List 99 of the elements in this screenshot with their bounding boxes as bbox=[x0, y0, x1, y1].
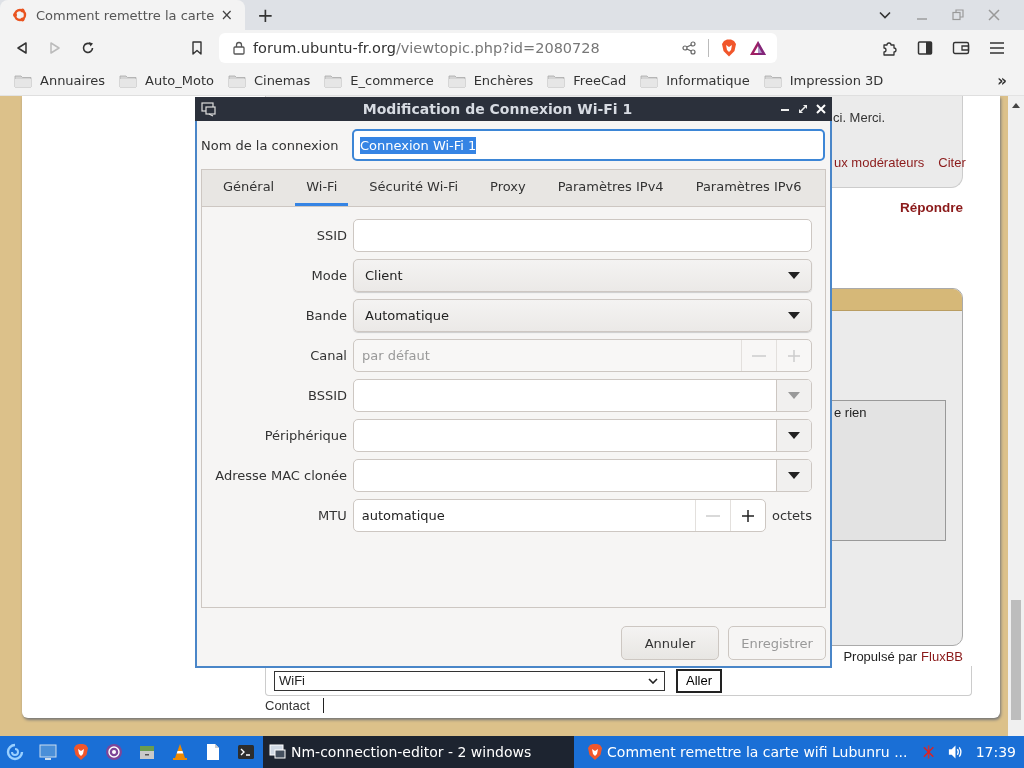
folder-icon bbox=[447, 73, 466, 88]
minus-icon bbox=[705, 514, 720, 517]
cancel-button[interactable]: Annuler bbox=[621, 626, 719, 660]
field-label: Mode bbox=[310, 268, 348, 283]
file-cabinet-icon[interactable] bbox=[138, 743, 156, 761]
bookmark-item[interactable]: E_commerce bbox=[324, 73, 434, 88]
triangle-logo-icon[interactable] bbox=[749, 40, 767, 56]
terminal-icon[interactable] bbox=[237, 743, 255, 761]
spin-field[interactable]: automatique bbox=[352, 499, 766, 532]
dropdown[interactable]: Client bbox=[353, 259, 812, 292]
bookmark-item[interactable]: Annuaires bbox=[14, 73, 106, 88]
contact-link[interactable]: Contact bbox=[265, 698, 310, 713]
desktop-icon[interactable] bbox=[39, 743, 57, 761]
dropdown-button[interactable] bbox=[776, 460, 811, 491]
field-label: Adresse MAC clonée bbox=[214, 468, 348, 483]
bookmark-item[interactable]: Informatique bbox=[640, 73, 750, 88]
folder-icon bbox=[763, 73, 782, 88]
back-icon[interactable] bbox=[15, 41, 29, 55]
taskbar-button[interactable]: Nm-connection-editor - 2 windows bbox=[263, 736, 575, 768]
field-label: Nom de la connexion bbox=[201, 137, 340, 153]
dropdown-button[interactable] bbox=[776, 420, 811, 451]
dropdown-arrow-icon bbox=[788, 272, 800, 279]
dropdown[interactable]: Automatique bbox=[353, 299, 812, 332]
bookmark-item[interactable]: FreeCad bbox=[547, 73, 627, 88]
close-tab-button[interactable]: × bbox=[218, 6, 235, 24]
bookmark-item[interactable]: Impression 3D bbox=[763, 73, 884, 88]
browser-tab[interactable]: Comment remettre la carte × bbox=[0, 0, 245, 30]
dropdown-arrow-icon bbox=[788, 472, 800, 479]
plus-icon bbox=[787, 348, 801, 363]
volume-icon[interactable] bbox=[946, 744, 964, 760]
lock-icon bbox=[233, 41, 245, 55]
bookmark-item[interactable]: Enchères bbox=[447, 73, 534, 88]
forum-select[interactable]: WiFi bbox=[274, 670, 665, 691]
folder-icon bbox=[640, 73, 659, 88]
onion-icon[interactable] bbox=[105, 743, 123, 761]
caret-icon bbox=[648, 677, 658, 684]
menu-icon[interactable] bbox=[989, 41, 1005, 55]
field-label: Bande bbox=[304, 308, 348, 323]
clock[interactable]: 17:39 bbox=[975, 744, 1016, 760]
wallet-icon[interactable] bbox=[952, 40, 970, 56]
folder-icon bbox=[324, 73, 343, 88]
text-field[interactable] bbox=[353, 219, 812, 252]
bookmark-icon[interactable] bbox=[191, 41, 203, 55]
folder-icon bbox=[227, 73, 246, 88]
unit-label: octets bbox=[771, 508, 812, 523]
dropdown-arrow-icon bbox=[788, 392, 800, 399]
field-label: SSID bbox=[315, 228, 348, 243]
combo-field[interactable] bbox=[353, 459, 812, 492]
reply-link[interactable]: Répondre bbox=[900, 200, 963, 215]
minus-icon bbox=[752, 354, 766, 357]
bookmark-item[interactable]: Auto_Moto bbox=[119, 73, 214, 88]
go-button[interactable]: Aller bbox=[676, 668, 722, 693]
traffic-cone-icon[interactable] bbox=[171, 743, 189, 761]
lion-shield-icon[interactable] bbox=[721, 39, 737, 57]
scrollbar-thumb[interactable] bbox=[1011, 600, 1021, 720]
post-text: ci. Merci. bbox=[833, 110, 886, 125]
bookmark-item[interactable]: Cinemas bbox=[227, 73, 311, 88]
lion-shield-icon bbox=[587, 743, 604, 761]
new-tab-button[interactable]: + bbox=[257, 5, 274, 25]
folder-icon bbox=[547, 73, 566, 88]
document-icon[interactable] bbox=[204, 743, 222, 761]
tab[interactable]: Paramètres IPv4 bbox=[546, 170, 675, 206]
tab[interactable]: Wi-Fi bbox=[295, 170, 349, 206]
folder-icon bbox=[119, 73, 138, 88]
tab[interactable]: Sécurité Wi-Fi bbox=[358, 170, 470, 206]
field-label: Périphérique bbox=[263, 428, 348, 443]
start-menu-icon[interactable] bbox=[6, 743, 24, 761]
lion-shield-icon[interactable] bbox=[72, 743, 90, 761]
network-window-icon bbox=[201, 101, 217, 117]
window-title: Modification de Connexion Wi-Fi 1 bbox=[361, 101, 634, 117]
tab[interactable]: Paramètres IPv6 bbox=[684, 170, 813, 206]
puzzle-icon[interactable] bbox=[882, 40, 898, 56]
field-label: MTU bbox=[317, 508, 348, 523]
field-label: Canal bbox=[309, 348, 348, 363]
reload-icon[interactable] bbox=[81, 41, 95, 55]
post-action-link[interactable]: Citer bbox=[938, 155, 966, 170]
more-bookmarks-button[interactable]: » bbox=[997, 71, 1007, 90]
maximize-icon[interactable] bbox=[798, 104, 808, 114]
share-icon[interactable] bbox=[682, 41, 696, 55]
scroll-up-icon[interactable] bbox=[1012, 102, 1020, 108]
combo-field[interactable] bbox=[353, 419, 812, 452]
network-window-icon bbox=[269, 744, 287, 760]
address-bar[interactable]: forum.ubuntu-fr.org/viewtopic.php?id=2080728 bbox=[219, 33, 777, 63]
tab[interactable]: Proxy bbox=[479, 170, 537, 206]
tab[interactable]: Général bbox=[212, 170, 286, 206]
post-action-link[interactable]: ux modérateurs bbox=[834, 155, 925, 170]
scrollbar[interactable] bbox=[1008, 96, 1024, 736]
sidebar-icon[interactable] bbox=[917, 40, 933, 56]
combo-field[interactable] bbox=[353, 379, 812, 412]
taskbar-button[interactable]: Comment remettre la carte wifi Lubunru ... bbox=[581, 736, 908, 768]
plus-icon bbox=[740, 508, 755, 523]
connection-name-field[interactable]: Connexion Wi-Fi 1 bbox=[352, 129, 825, 161]
field-label: BSSID bbox=[306, 388, 348, 403]
ubuntu-logo-icon bbox=[12, 7, 28, 23]
dropdown-arrow-icon bbox=[788, 432, 800, 439]
fluxbb-link[interactable]: FluxBB bbox=[921, 649, 963, 664]
folder-icon bbox=[14, 73, 32, 88]
powered-by-text: Propulsé par bbox=[843, 649, 918, 664]
dropdown-arrow-icon bbox=[788, 312, 800, 319]
